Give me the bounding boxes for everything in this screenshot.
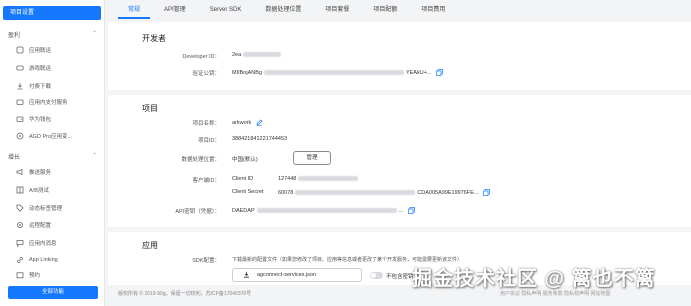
tab-general[interactable]: 常规 xyxy=(117,2,151,19)
watermark: 掘金技术社区 @ 篱也不篱 xyxy=(412,268,656,290)
project-name-label: 项目名称： xyxy=(192,121,220,127)
exclude-key-toggle[interactable] xyxy=(370,272,383,279)
sidebar-item-label: 预约 xyxy=(29,273,41,279)
sdk-config-label: SDK配置： xyxy=(192,258,220,264)
exclude-key-label: 不包含密钥 xyxy=(386,274,414,280)
tab-data-location[interactable]: 数据处理位置 xyxy=(265,2,301,19)
sidebar-item-dynamic-tags[interactable]: 动态标签管理 xyxy=(16,203,62,213)
footer-copyright: 版权所有 © 2019-90g。保留一切权利。苏ICP备17040376号 xyxy=(118,291,252,297)
settings-icon xyxy=(16,221,24,229)
sidebar-item-in-app-messaging[interactable]: 应用内消息 xyxy=(16,238,57,248)
edit-icon[interactable] xyxy=(256,119,263,126)
sidebar-item-label: 应用联运 xyxy=(29,48,52,54)
tab-project-cost[interactable]: 项目费用 xyxy=(421,2,445,19)
tab-bar: 常规 API管理 Server SDK 数据处理位置 项目套餐 项目配额 项目费… xyxy=(108,2,691,19)
developer-section: 开发者 Developer ID： 2ea 验证公钥： MIIBojANBg YE… xyxy=(108,22,691,90)
developer-id-label: Developer ID： xyxy=(182,54,220,60)
download-icon xyxy=(16,82,24,90)
sidebar-item-project-settings[interactable]: 项目设置 xyxy=(3,6,101,20)
tab-server-sdk[interactable]: Server SDK xyxy=(210,2,242,19)
client-id-label: Client ID xyxy=(232,176,254,182)
sidebar-item-label: 游戏联运 xyxy=(29,66,52,72)
sidebar-item-paid-download[interactable]: 付费下载 xyxy=(16,81,51,91)
data-location-label: 数据处理位置： xyxy=(181,157,220,163)
project-id-value: 388421841221744453 xyxy=(232,136,288,142)
chevron-up-icon: ⌃ xyxy=(92,153,98,159)
sidebar-item-huawei-wallet[interactable]: 华为钱包 xyxy=(16,114,51,124)
copy-icon[interactable] xyxy=(407,207,415,214)
client-id-group-label: 客户端ID： xyxy=(192,178,220,184)
megaphone-icon xyxy=(16,168,24,176)
sidebar-item-label: 付费下载 xyxy=(29,84,52,90)
sidebar: 项目设置 盈利 ⌃ 应用联运 游戏联运 付费下载 应用内支付服务 华为钱包 AG… xyxy=(0,0,105,306)
sidebar-group-growth[interactable]: 增长 ⌃ xyxy=(8,152,97,161)
link-icon xyxy=(16,256,24,264)
sidebar-item-game-distribution[interactable]: 游戏联运 xyxy=(16,63,51,73)
client-secret-label: Client Secret xyxy=(232,189,264,195)
client-id-value: 127448 xyxy=(278,176,359,182)
section-title: 开发者 xyxy=(142,34,166,43)
wallet-icon xyxy=(16,115,24,123)
tab-project-package[interactable]: 项目套餐 xyxy=(325,2,349,19)
sidebar-item-in-app-purchase[interactable]: 应用内支付服务 xyxy=(16,97,68,107)
client-secret-value: 60078 CDA005A99E19976FE... xyxy=(278,189,490,196)
sidebar-item-label: 应用内支付服务 xyxy=(29,100,68,106)
tab-project-quota[interactable]: 项目配额 xyxy=(373,2,397,19)
payment-icon xyxy=(16,98,24,106)
sidebar-group-label: 增长 xyxy=(8,155,21,161)
copy-icon[interactable] xyxy=(483,189,490,196)
sidebar-item-label: 远程配置 xyxy=(29,223,52,229)
project-name-value: arkwork xyxy=(232,119,263,126)
sidebar-item-label: 华为钱包 xyxy=(29,117,52,123)
sidebar-group-label: 盈利 xyxy=(8,33,21,39)
developer-id-value: 2ea xyxy=(232,52,282,58)
project-section: 项目 项目名称： arkwork 项目ID： 38842184122174445… xyxy=(108,95,691,227)
download-config-button[interactable]: agconnect-services.json xyxy=(232,268,362,282)
sidebar-item-app-linking[interactable]: App Linking xyxy=(16,255,58,265)
sidebar-item-agd-pro[interactable]: AGD Pro应用变... xyxy=(16,131,72,141)
manage-button[interactable]: 管理 xyxy=(293,151,331,165)
sidebar-item-label: 应用内消息 xyxy=(29,241,57,247)
play-icon xyxy=(16,132,24,140)
sidebar-item-label: 推送服务 xyxy=(29,170,52,176)
download-icon xyxy=(243,271,250,280)
section-title: 应用 xyxy=(142,241,158,250)
sidebar-item-remote-config[interactable]: 远程配置 xyxy=(16,220,51,230)
download-config-label: agconnect-services.json xyxy=(257,272,317,278)
ab-test-icon xyxy=(16,186,24,194)
chevron-up-icon: ⌃ xyxy=(92,31,98,37)
all-features-button[interactable]: 全部功能 xyxy=(8,286,98,299)
project-id-label: 项目ID： xyxy=(197,138,220,144)
sidebar-item-label: App Linking xyxy=(29,257,58,263)
sidebar-item-label: AGD Pro应用变... xyxy=(29,134,73,140)
sidebar-item-reservation[interactable]: 预约 xyxy=(16,270,40,280)
app-icon xyxy=(16,46,24,54)
message-icon xyxy=(16,239,24,247)
sidebar-item-label: 动态标签管理 xyxy=(29,206,63,212)
gamepad-icon xyxy=(16,64,24,72)
sidebar-item-ab-test[interactable]: A/B测试 xyxy=(16,185,49,195)
copy-icon[interactable] xyxy=(436,69,443,76)
sidebar-group-monetize[interactable]: 盈利 ⌃ xyxy=(8,30,97,39)
public-key-value: MIIBojANBg YEAkU+... xyxy=(232,69,443,76)
sidebar-item-label: A/B测试 xyxy=(29,188,49,194)
footer-links: 用户协议 隐私声明 服务条款 隐私权声明 网站地图 xyxy=(500,291,611,297)
sidebar-item-push[interactable]: 推送服务 xyxy=(16,167,51,177)
sidebar-item-app-distribution[interactable]: 应用联运 xyxy=(16,45,51,55)
tab-api-management[interactable]: API管理 xyxy=(164,2,186,19)
calendar-icon xyxy=(16,271,24,279)
data-location-value: 中国(默认) xyxy=(232,157,258,163)
api-key-label: API密钥（凭据）： xyxy=(175,209,220,215)
section-title: 项目 xyxy=(142,104,158,113)
tag-icon xyxy=(16,204,24,212)
api-key-value: DAEDAP... xyxy=(232,207,415,214)
public-key-label: 验证公钥： xyxy=(192,71,220,77)
